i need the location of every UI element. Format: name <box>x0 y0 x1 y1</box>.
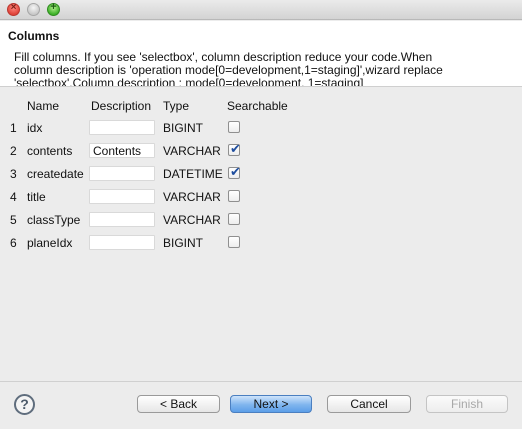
wizard-header: Columns Fill columns. If you see 'select… <box>0 21 522 87</box>
finish-button[interactable]: Finish <box>426 395 508 413</box>
row-number: 6 <box>10 236 17 250</box>
cancel-button[interactable]: Cancel <box>327 395 411 413</box>
column-name: planeIdx <box>27 236 73 250</box>
row-number: 1 <box>10 121 17 135</box>
next-button[interactable]: Next > <box>230 395 312 413</box>
checkmark-icon: ✔ <box>230 141 241 156</box>
column-type: BIGINT <box>163 236 204 250</box>
plus-icon: + <box>50 1 57 13</box>
searchable-checkbox[interactable]: ✔ <box>228 141 241 156</box>
description-field[interactable] <box>89 235 155 250</box>
table-row: 5 classType VARCHAR <box>0 210 522 233</box>
title-bar: × + <box>0 0 522 20</box>
column-name: idx <box>27 121 43 135</box>
description-field[interactable] <box>89 212 155 227</box>
checkmark-icon: ✔ <box>230 164 241 179</box>
searchable-checkbox[interactable] <box>228 190 240 202</box>
column-header-type: Type <box>163 99 190 113</box>
column-header-searchable: Searchable <box>227 99 288 113</box>
searchable-checkbox[interactable] <box>228 213 240 225</box>
back-button[interactable]: < Back <box>137 395 220 413</box>
question-mark-icon[interactable]: ? <box>14 394 35 415</box>
searchable-checkbox[interactable]: ✔ <box>228 164 241 179</box>
column-name: createdate <box>27 167 84 181</box>
column-type: VARCHAR <box>163 190 221 204</box>
close-icon: × <box>10 2 17 13</box>
column-type: VARCHAR <box>163 213 221 227</box>
page-description: Fill columns. If you see 'selectbox', co… <box>14 50 443 87</box>
table-row: 1 idx BIGINT <box>0 118 522 141</box>
column-type: VARCHAR <box>163 144 221 158</box>
footer-divider <box>0 381 522 382</box>
column-type: BIGINT <box>163 121 204 135</box>
searchable-checkbox[interactable] <box>228 121 240 133</box>
description-field[interactable] <box>89 166 155 181</box>
column-header-description: Description <box>91 99 152 113</box>
table-row: 6 planeIdx BIGINT <box>0 233 522 256</box>
column-name: contents <box>27 144 73 158</box>
column-type: DATETIME <box>163 167 223 181</box>
description-field[interactable] <box>89 189 155 204</box>
row-number: 5 <box>10 213 17 227</box>
zoom-window-button[interactable]: + <box>47 1 60 16</box>
row-number: 4 <box>10 190 17 204</box>
table-row: 4 title VARCHAR <box>0 187 522 210</box>
description-field[interactable] <box>89 120 155 135</box>
column-name: title <box>27 190 46 204</box>
table-row: 2 contents Contents VARCHAR ✔ <box>0 141 522 164</box>
searchable-checkbox[interactable] <box>228 236 240 248</box>
row-number: 3 <box>10 167 17 181</box>
close-window-button[interactable]: × <box>7 2 20 16</box>
minimize-window-button[interactable] <box>27 3 40 16</box>
description-field[interactable]: Contents <box>89 143 155 158</box>
page-title: Columns <box>8 29 60 43</box>
table-row: 3 createdate DATETIME ✔ <box>0 164 522 187</box>
column-name: classType <box>27 213 81 227</box>
column-header-name: Name <box>27 99 60 113</box>
row-number: 2 <box>10 144 17 158</box>
